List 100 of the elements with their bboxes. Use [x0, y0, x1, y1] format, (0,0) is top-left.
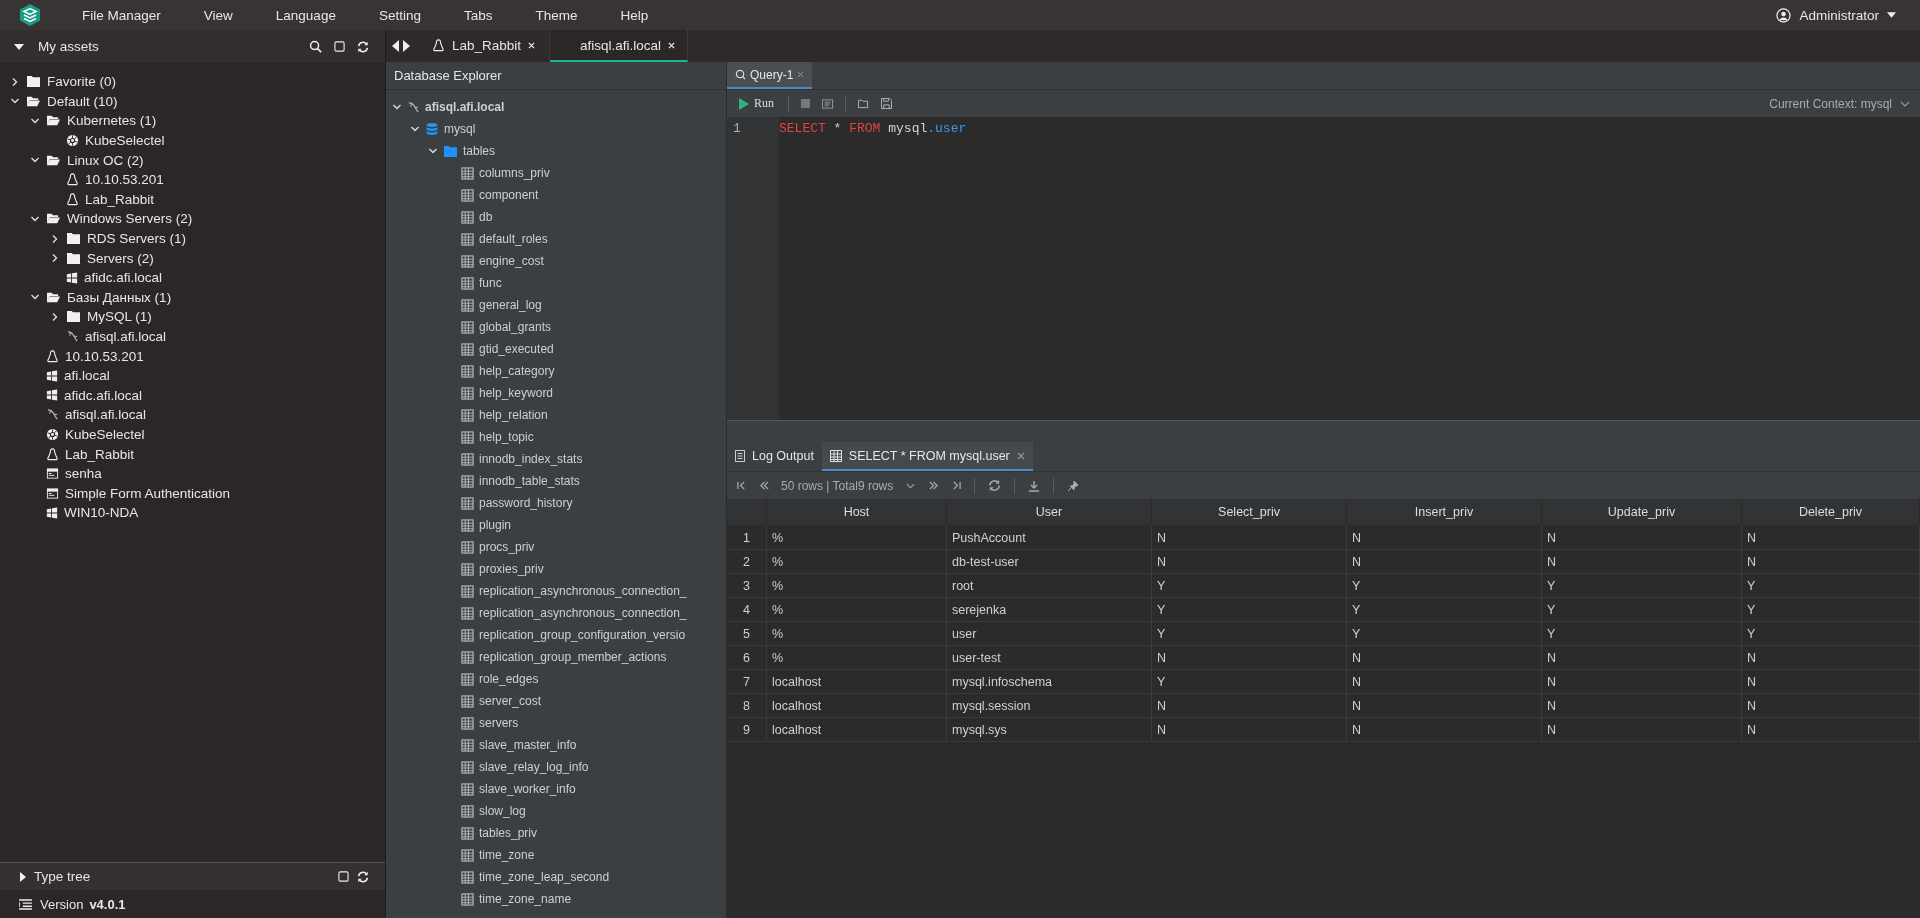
- tree-item[interactable]: proxies_priv: [479, 562, 544, 576]
- type-tree-bar[interactable]: Type tree: [0, 862, 385, 890]
- tree-item[interactable]: Базы Данных (1): [67, 289, 172, 305]
- tree-item[interactable]: help_relation: [479, 408, 548, 422]
- format-icon[interactable]: [822, 98, 833, 109]
- tree-item[interactable]: gtid_executed: [479, 342, 554, 356]
- tree-item[interactable]: afidc.afi.local: [84, 270, 163, 286]
- session-tab[interactable]: afisql.afi.local: [550, 30, 689, 62]
- tree-item[interactable]: afidc.afi.local: [64, 387, 143, 403]
- tree-item[interactable]: time_zone_leap_second: [479, 870, 610, 884]
- tree-item[interactable]: KubeSelectel: [65, 427, 145, 442]
- caret-icon[interactable]: [20, 871, 26, 882]
- chevron-icon[interactable]: [428, 146, 438, 156]
- tree-item[interactable]: tables: [463, 144, 496, 158]
- query-tab[interactable]: Query-1: [727, 62, 813, 89]
- column-header[interactable]: Insert_priv: [1347, 499, 1542, 526]
- chevron-icon[interactable]: [30, 116, 40, 126]
- tree-item[interactable]: Servers (2): [87, 250, 154, 266]
- user-menu[interactable]: Administrator: [1799, 7, 1879, 23]
- tree-item[interactable]: MySQL (1): [87, 309, 152, 325]
- search-icon[interactable]: [309, 40, 322, 53]
- tree-item[interactable]: servers: [479, 716, 519, 730]
- tree-item[interactable]: 10.10.53.201: [85, 172, 164, 188]
- tree-item[interactable]: innodb_index_stats: [479, 452, 583, 466]
- tree-item[interactable]: slave_master_info: [479, 738, 577, 752]
- tree-item[interactable]: columns_priv: [479, 166, 550, 180]
- download-icon[interactable]: [1028, 479, 1041, 492]
- tree-item[interactable]: Lab_Rabbit: [85, 191, 155, 207]
- square-icon[interactable]: [334, 41, 345, 52]
- result-tab[interactable]: Log Output: [727, 442, 822, 471]
- tree-item[interactable]: afisql.afi.local: [65, 407, 147, 423]
- tree-item[interactable]: default_roles: [479, 232, 548, 246]
- tree-item[interactable]: password_history: [479, 496, 573, 510]
- tree-item[interactable]: Kubernetes (1): [67, 113, 157, 129]
- chevron-icon[interactable]: [50, 253, 60, 264]
- caret-icon[interactable]: [14, 43, 24, 50]
- pin-icon[interactable]: [1067, 479, 1080, 492]
- column-header[interactable]: User: [947, 499, 1152, 526]
- chevron-icon[interactable]: [906, 482, 916, 489]
- tree-item[interactable]: help_keyword: [479, 386, 554, 400]
- tree-item[interactable]: global_grants: [479, 320, 552, 334]
- tree-item[interactable]: senha: [65, 466, 102, 482]
- result-tab[interactable]: SELECT * FROM mysql.user: [821, 442, 1033, 471]
- tree-item[interactable]: mysql: [444, 122, 476, 136]
- tree-item[interactable]: engine_cost: [479, 254, 544, 268]
- menu-item[interactable]: Theme: [535, 7, 578, 23]
- tree-item[interactable]: afisql.afi.local: [85, 329, 167, 344]
- menu-item[interactable]: Setting: [378, 7, 421, 23]
- tree-item[interactable]: time_zone: [479, 848, 535, 862]
- tree-item[interactable]: Default (10): [47, 93, 118, 109]
- tree-item[interactable]: help_category: [479, 364, 555, 378]
- tree-item[interactable]: component: [479, 188, 539, 202]
- save-icon[interactable]: [881, 98, 892, 109]
- chevron-icon[interactable]: [392, 102, 402, 112]
- tree-item[interactable]: slave_relay_log_info: [479, 760, 589, 774]
- menu-item[interactable]: View: [203, 7, 233, 23]
- run-button[interactable]: Run: [737, 94, 776, 113]
- tree-item[interactable]: tables_priv: [479, 826, 538, 840]
- chevron-icon[interactable]: [50, 233, 60, 244]
- first-page-icon[interactable]: [737, 481, 746, 490]
- tree-item[interactable]: replication_asynchronous_connection_: [479, 606, 687, 620]
- tree-item[interactable]: db: [479, 210, 493, 224]
- last-page-icon[interactable]: [952, 481, 962, 490]
- tree-item[interactable]: time_zone_name: [479, 892, 572, 906]
- scroll-right-icon[interactable]: [403, 40, 410, 52]
- tree-item[interactable]: general_log: [479, 298, 542, 312]
- tree-item[interactable]: func: [479, 276, 502, 290]
- tree-item[interactable]: procs_priv: [479, 540, 535, 554]
- chevron-icon[interactable]: [410, 124, 420, 134]
- tree-item[interactable]: Windows Servers (2): [67, 211, 193, 227]
- tree-item[interactable]: Lab_Rabbit: [65, 446, 135, 462]
- tree-item[interactable]: slave_worker_info: [479, 782, 576, 796]
- column-header[interactable]: Select_priv: [1152, 499, 1347, 526]
- tree-item[interactable]: afisql.afi.local: [425, 100, 505, 114]
- chevron-icon[interactable]: [10, 76, 20, 87]
- chevron-icon[interactable]: [50, 311, 60, 322]
- menu-item[interactable]: Tabs: [463, 7, 493, 23]
- tree-item[interactable]: Simple Form Authentication: [65, 485, 231, 501]
- menu-item[interactable]: Language: [275, 7, 336, 23]
- tree-item[interactable]: 10.10.53.201: [65, 348, 144, 364]
- column-header[interactable]: Update_priv: [1542, 499, 1742, 526]
- tree-item[interactable]: help_topic: [479, 430, 534, 444]
- page-size-selector[interactable]: 50 rows | Total9 rows: [781, 478, 894, 493]
- tree-item[interactable]: Favorite (0): [47, 74, 117, 90]
- tree-item[interactable]: WIN10-NDA: [64, 505, 139, 521]
- tree-item[interactable]: innodb_table_stats: [479, 474, 580, 488]
- tree-item[interactable]: replication_asynchronous_connection_: [479, 584, 687, 598]
- tree-item[interactable]: replication_group_configuration_versio: [479, 628, 686, 642]
- tree-item[interactable]: server_cost: [479, 694, 542, 708]
- tree-item[interactable]: RDS Servers (1): [87, 231, 186, 247]
- tree-item[interactable]: afi.local: [64, 368, 110, 384]
- folder-icon[interactable]: [858, 98, 869, 109]
- column-header[interactable]: Host: [767, 499, 947, 526]
- next-page-icon[interactable]: [928, 481, 940, 490]
- scroll-left-icon[interactable]: [392, 40, 399, 52]
- chevron-icon[interactable]: [1900, 100, 1910, 107]
- context-selector[interactable]: Current Context: mysql: [1769, 96, 1892, 111]
- previous-page-icon[interactable]: [759, 481, 770, 490]
- caret-icon[interactable]: [1887, 12, 1896, 18]
- column-header[interactable]: Delete_priv: [1742, 499, 1920, 526]
